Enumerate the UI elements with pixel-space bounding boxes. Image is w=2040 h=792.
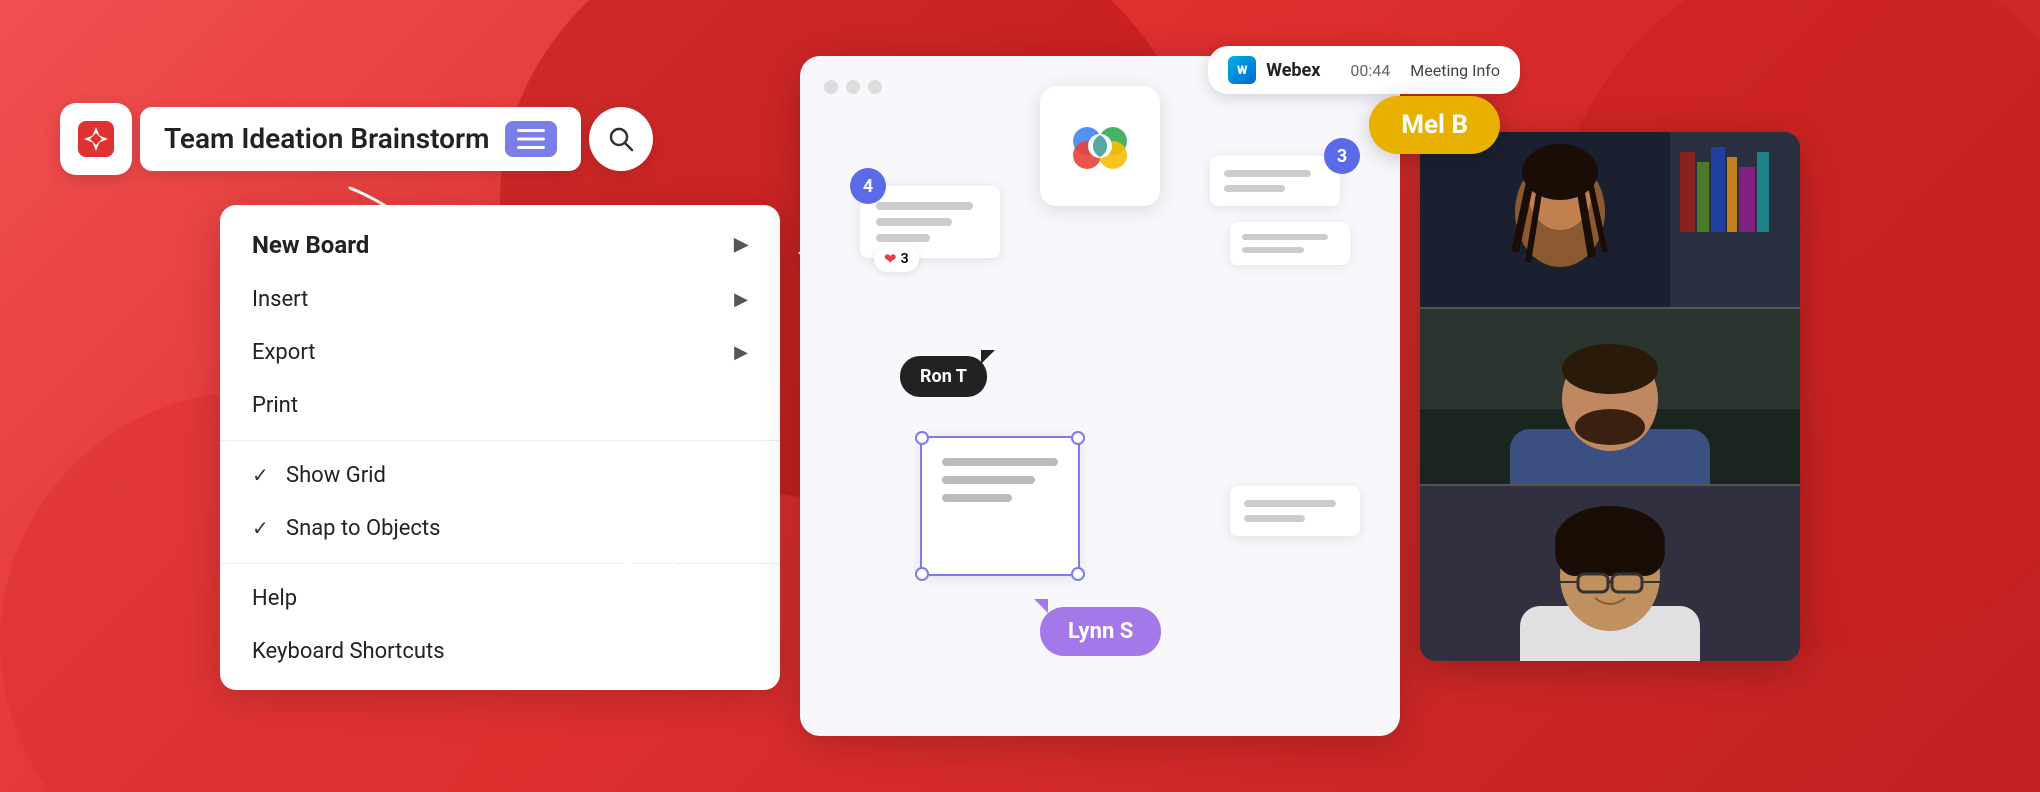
mel-b-badge: Mel B bbox=[1369, 96, 1500, 154]
mel-b-label: Mel B bbox=[1401, 110, 1468, 140]
checkmark-icon: ✓ bbox=[252, 516, 276, 540]
sticky-line bbox=[876, 234, 930, 242]
window-dot-close bbox=[824, 80, 838, 94]
video-person-3 bbox=[1420, 486, 1800, 661]
webex-pill: W Webex 00:44 Meeting Info bbox=[1208, 46, 1520, 94]
menu-item-new-board[interactable]: New Board ▶ Lucidchart bbox=[220, 217, 780, 273]
webex-logo: W bbox=[1228, 56, 1256, 84]
menu-item-snap-to-objects[interactable]: ✓ Snap to Objects bbox=[220, 502, 780, 555]
menu-item-label: Insert bbox=[252, 287, 308, 312]
element-line bbox=[942, 476, 1035, 484]
menu-divider-1 bbox=[220, 440, 780, 441]
dropdown-menu: New Board ▶ Lucidchart Insert ▶ Export ▶ bbox=[220, 205, 780, 690]
window-dot-minimize bbox=[846, 80, 860, 94]
document-title: Team Ideation Brainstorm bbox=[164, 122, 489, 155]
sticky-group-2: 3 bbox=[1210, 156, 1350, 265]
menu-item-label: Show Grid bbox=[286, 463, 386, 488]
sticky-line bbox=[1244, 500, 1336, 507]
webex-meeting-info: Meeting Info bbox=[1410, 61, 1500, 80]
canvas-window: 4 ❤ 3 3 bbox=[800, 56, 1400, 736]
counter-badge-3: 3 bbox=[1324, 138, 1360, 174]
heart-badge: ❤ 3 bbox=[874, 246, 919, 272]
heart-icon: ❤ bbox=[884, 250, 897, 268]
sticky-line bbox=[1242, 247, 1304, 253]
element-line bbox=[942, 494, 1012, 502]
main-content: Team Ideation Brainstorm bbox=[0, 0, 2040, 792]
sticky-line bbox=[1224, 185, 1285, 192]
menu-item-label: New Board bbox=[252, 231, 369, 259]
app-logo bbox=[60, 103, 132, 175]
resize-handle-bl[interactable] bbox=[915, 567, 929, 581]
toolbar: Team Ideation Brainstorm bbox=[60, 103, 780, 175]
menu-item-label: Keyboard Shortcuts bbox=[252, 639, 445, 664]
canvas-section: 4 ❤ 3 3 bbox=[800, 56, 1400, 736]
checkmark-icon: ✓ bbox=[252, 463, 276, 487]
menu-button[interactable] bbox=[505, 121, 557, 157]
sticky-line bbox=[1224, 170, 1311, 177]
search-button[interactable] bbox=[589, 107, 653, 171]
resize-handle-br[interactable] bbox=[1071, 567, 1085, 581]
menu-divider-2 bbox=[220, 563, 780, 564]
sticky-line bbox=[1242, 234, 1328, 240]
toolbar-title-box: Team Ideation Brainstorm bbox=[140, 107, 581, 171]
element-line bbox=[942, 458, 1058, 466]
heart-count: 3 bbox=[901, 251, 909, 267]
video-person-2 bbox=[1420, 309, 1800, 484]
menu-item-export[interactable]: Export ▶ bbox=[220, 326, 780, 379]
menu-item-label: Snap to Objects bbox=[286, 516, 440, 541]
selected-element[interactable] bbox=[920, 436, 1080, 576]
sticky-note-3 bbox=[1230, 222, 1350, 265]
resize-handle-tr[interactable] bbox=[1071, 431, 1085, 445]
menu-item-help[interactable]: Help bbox=[220, 572, 780, 625]
submenu-arrow-icon: ▶ bbox=[734, 342, 748, 363]
ron-t-label: Ron T bbox=[920, 366, 967, 387]
sticky-note-2 bbox=[1210, 156, 1340, 206]
menu-item-print[interactable]: Print bbox=[220, 379, 780, 432]
lucidspark-logo-card bbox=[1040, 86, 1160, 206]
counter-badge-4: 4 bbox=[850, 168, 886, 204]
video-person-1 bbox=[1420, 132, 1800, 307]
webex-title: Webex bbox=[1266, 60, 1320, 81]
submenu-arrow-icon: ▶ bbox=[734, 289, 748, 310]
menu-item-label: Help bbox=[252, 586, 297, 611]
sticky-group-1: 4 ❤ 3 bbox=[860, 186, 1000, 258]
submenu-arrow-icon: ▶ bbox=[734, 234, 748, 255]
lynn-s-badge: Lynn S bbox=[1040, 607, 1161, 656]
webex-time: 00:44 bbox=[1350, 61, 1390, 80]
ron-t-badge: Ron T bbox=[900, 356, 987, 397]
lynn-s-label: Lynn S bbox=[1068, 619, 1133, 644]
menu-item-show-grid[interactable]: ✓ Show Grid bbox=[220, 449, 780, 502]
sticky-note-4 bbox=[1230, 486, 1360, 536]
resize-handle-tl[interactable] bbox=[915, 431, 929, 445]
sticky-line bbox=[1244, 515, 1305, 522]
video-section bbox=[1420, 132, 1800, 661]
sticky-line bbox=[876, 218, 952, 226]
menu-item-insert[interactable]: Insert ▶ bbox=[220, 273, 780, 326]
menu-item-label: Print bbox=[252, 393, 298, 418]
menu-item-keyboard-shortcuts[interactable]: Keyboard Shortcuts bbox=[220, 625, 780, 678]
window-dot-maximize bbox=[868, 80, 882, 94]
video-call-window bbox=[1420, 132, 1800, 661]
sticky-line bbox=[876, 202, 973, 210]
menu-item-label: Export bbox=[252, 340, 316, 365]
left-section: Team Ideation Brainstorm bbox=[60, 103, 780, 690]
